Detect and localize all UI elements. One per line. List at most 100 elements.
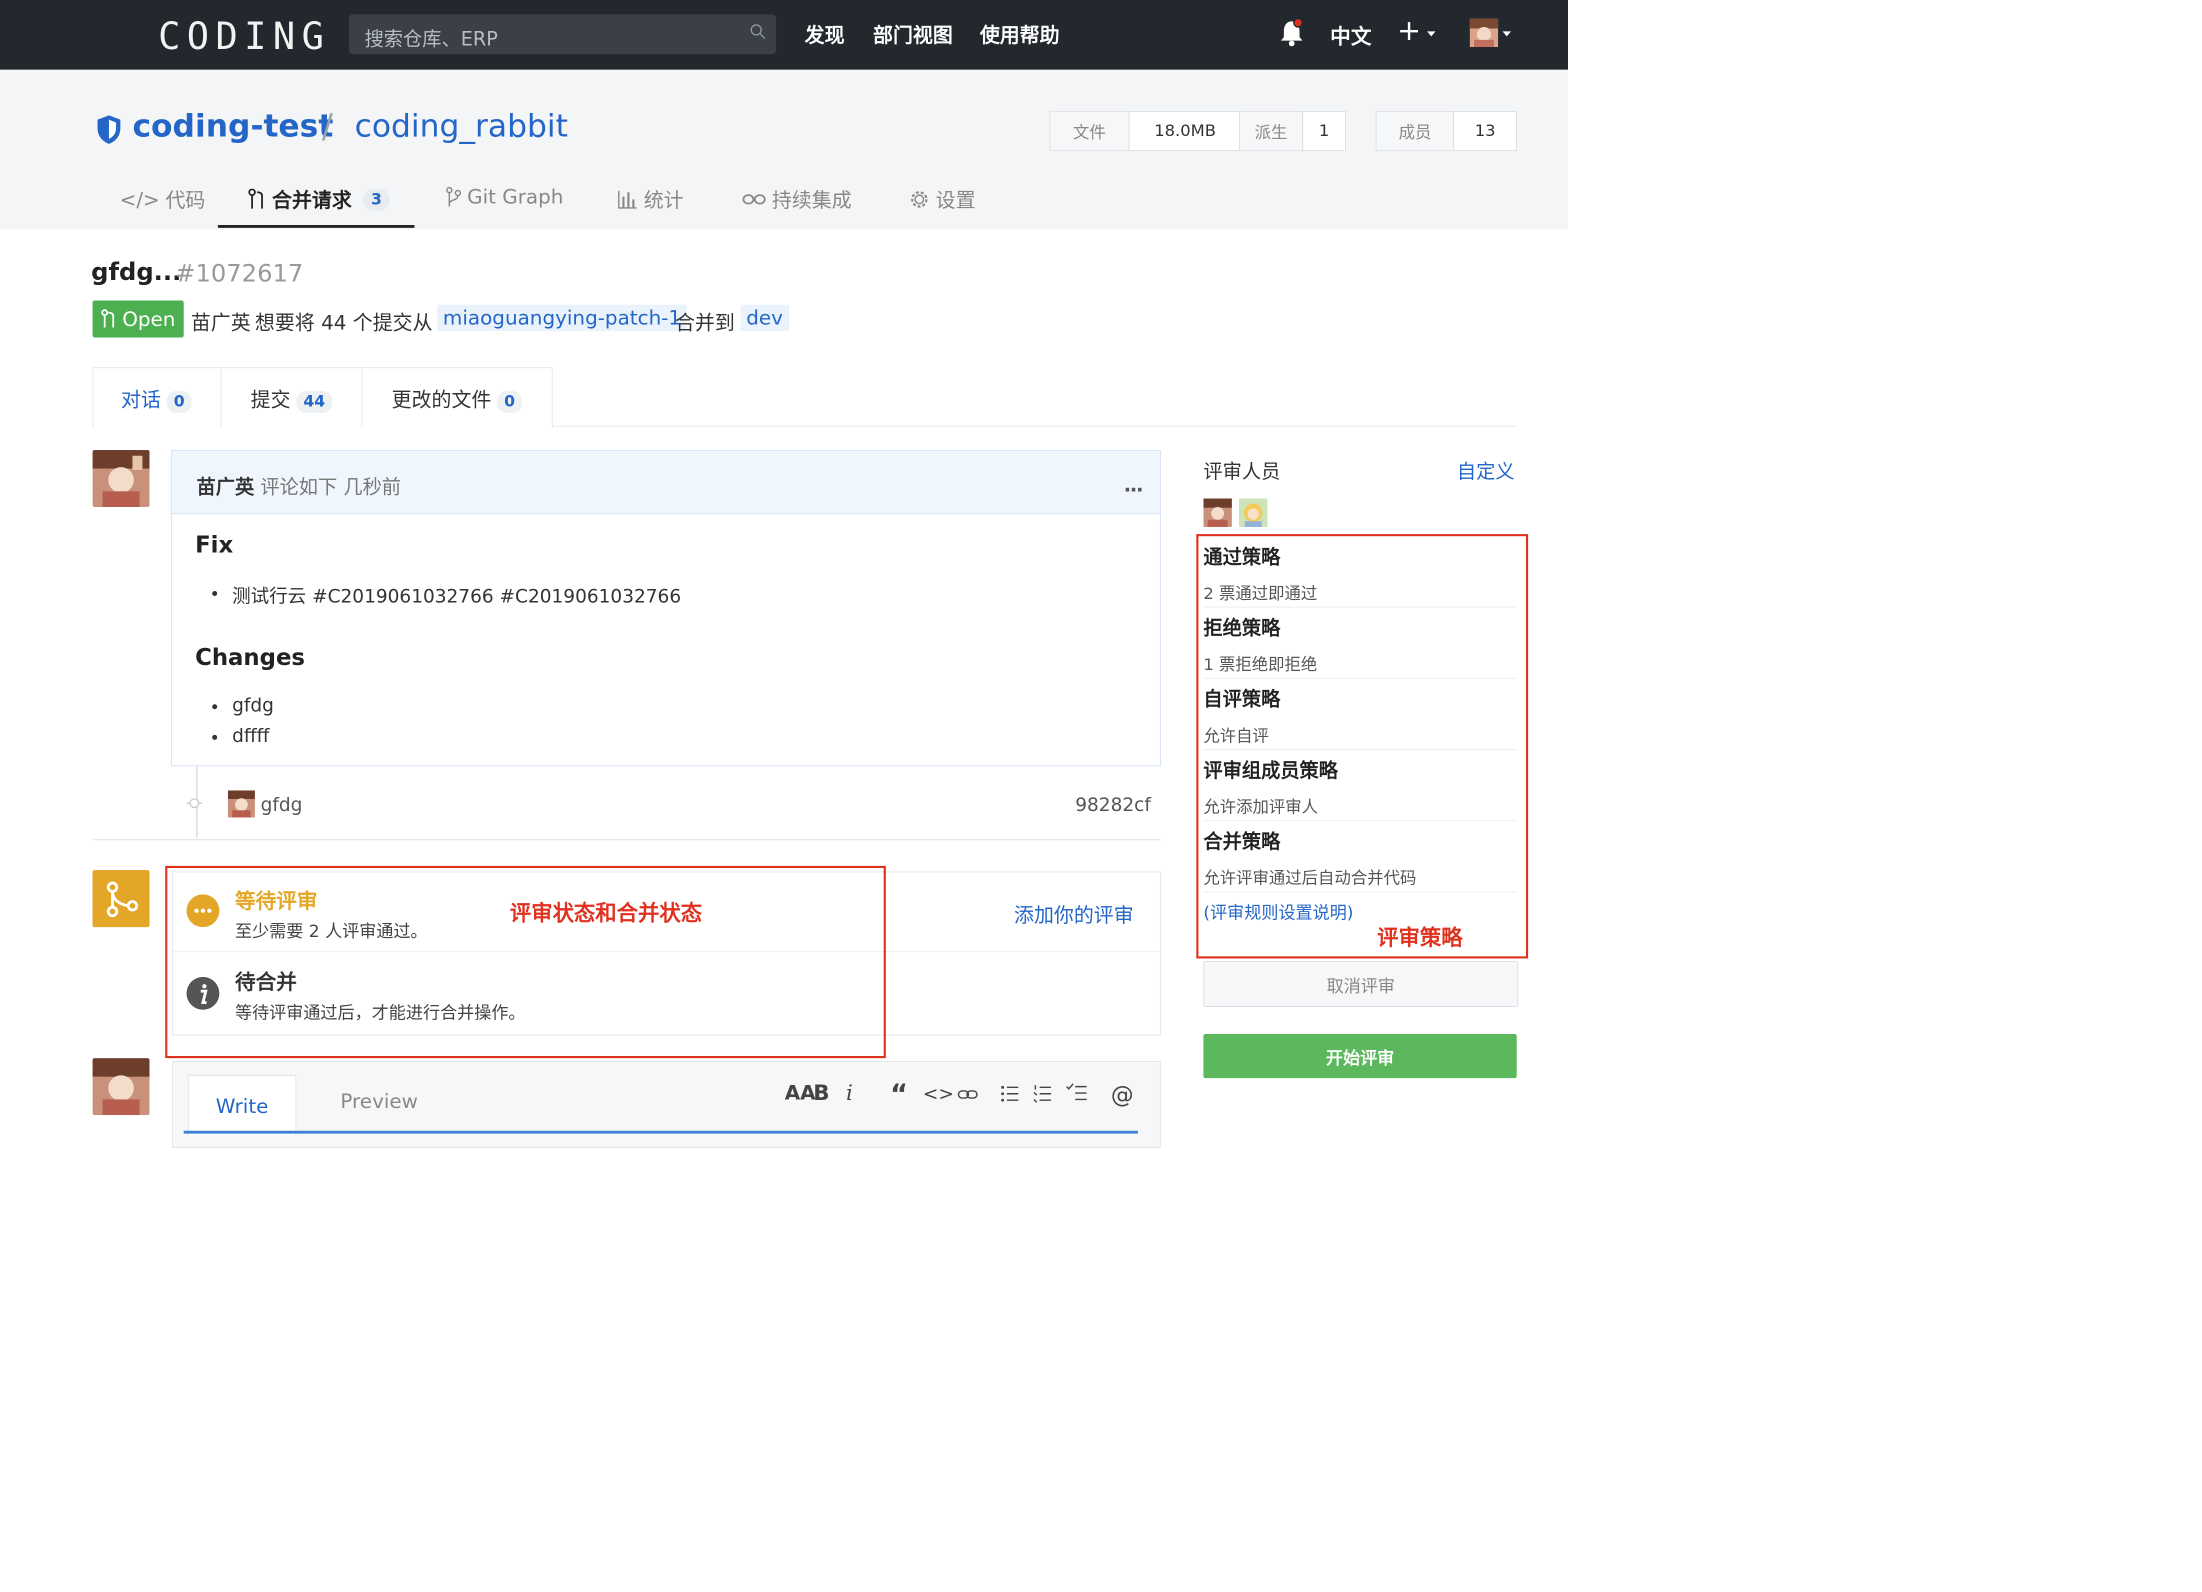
tab-changed-files[interactable]: 更改的文件 0: [392, 385, 523, 414]
task-list-icon[interactable]: [1065, 1082, 1088, 1103]
divider: [1203, 606, 1517, 608]
customize-reviewers-link[interactable]: 自定义: [1457, 456, 1515, 484]
policy-desc: 允许添加评审人: [1203, 798, 1319, 817]
policy-title: 拒绝策略: [1203, 617, 1281, 640]
pr-number: #1072617: [175, 259, 304, 288]
merge-request-icon: [101, 309, 114, 328]
avatar[interactable]: [92, 1058, 150, 1116]
nav-help[interactable]: 使用帮助: [980, 20, 1060, 48]
policy-desc: 2 票通过即通过: [1203, 584, 1318, 604]
reviewers-title: 评审人员: [1203, 460, 1281, 483]
comment-author[interactable]: 苗广英: [197, 476, 255, 498]
avatar[interactable]: [1239, 498, 1268, 527]
tab-commits[interactable]: 提交 44: [250, 385, 333, 414]
start-review-button[interactable]: 开始评审: [1203, 1033, 1517, 1079]
heading-tool[interactable]: AA: [785, 1081, 816, 1104]
cancel-review-button[interactable]: 取消评审: [1203, 961, 1519, 1007]
code-icon: </>: [119, 187, 160, 212]
bell-icon[interactable]: [1279, 18, 1305, 47]
tab-label: 代码: [165, 188, 206, 213]
divider: [361, 368, 363, 427]
stat-members[interactable]: 成员 13: [1375, 111, 1517, 151]
italic-tool[interactable]: i: [846, 1081, 853, 1106]
tab-label: 对话: [121, 388, 161, 412]
tab-write[interactable]: Write: [187, 1075, 297, 1136]
policy-title: 合并策略: [1203, 830, 1281, 854]
stat-label: 文件: [1050, 111, 1130, 151]
code-tool[interactable]: <>: [923, 1084, 954, 1105]
merge-request-count-badge: 3: [363, 188, 390, 211]
repo-name-link[interactable]: coding_rabbit: [355, 108, 568, 144]
tab-label: 提交: [250, 388, 291, 412]
repo-owner-link[interactable]: coding-test: [132, 108, 333, 144]
target-branch[interactable]: dev: [740, 304, 789, 332]
repo-path-separator: /: [321, 106, 333, 146]
stat-value: 1: [1318, 121, 1330, 141]
list-item: 测试行云 #C2019061032766 #C2019061032766: [232, 586, 682, 608]
tab-ci[interactable]: 持续集成: [742, 185, 852, 213]
coding-logo[interactable]: CODING: [158, 16, 330, 59]
stat-value: 18.0MB: [1154, 121, 1217, 141]
policy-desc: 允许自评: [1203, 727, 1269, 746]
tab-statistics[interactable]: 统计: [617, 185, 684, 213]
mention-tool[interactable]: @: [1111, 1081, 1134, 1108]
divider: [220, 368, 222, 427]
search-icon[interactable]: [749, 23, 766, 40]
user-avatar[interactable]: [1469, 18, 1499, 47]
tab-code[interactable]: </> 代码: [120, 185, 206, 213]
source-branch[interactable]: miaoguangying-patch-1: [437, 304, 687, 332]
commit-hash[interactable]: 98282cf: [1075, 795, 1151, 816]
search-input[interactable]: 搜索仓库、ERP: [348, 14, 777, 55]
tab-conversation[interactable]: 对话 0: [121, 385, 192, 414]
annotation-label: 评审状态和合并状态: [509, 901, 703, 927]
language-switch[interactable]: 中文: [1330, 20, 1371, 50]
merge-icon: [92, 870, 150, 928]
add-review-link[interactable]: 添加你的评审: [1014, 900, 1134, 928]
editor-focus-bar: [183, 1130, 1138, 1134]
status-badge: Open: [92, 300, 184, 338]
branch-icon: [446, 186, 462, 207]
stat-forks[interactable]: 派生 1: [1239, 111, 1346, 151]
tab-label: 统计: [643, 188, 684, 213]
gear-icon: [911, 191, 928, 208]
chevron-down-icon[interactable]: [1502, 31, 1512, 37]
more-options-button[interactable]: ...: [1124, 473, 1144, 496]
comment-editor: [172, 1060, 1161, 1148]
tab-merge-requests[interactable]: 合并请求 3: [248, 185, 390, 213]
infinity-icon: [742, 194, 766, 205]
avatar[interactable]: [1203, 498, 1232, 527]
pr-author[interactable]: 苗广英: [191, 308, 251, 336]
avatar[interactable]: [92, 450, 150, 508]
commit-icon: [186, 798, 203, 809]
commit-message[interactable]: gfdg: [261, 795, 303, 816]
unordered-list-icon[interactable]: [1000, 1084, 1020, 1104]
review-rules-help-link[interactable]: (评审规则设置说明): [1203, 899, 1353, 924]
bar-chart-icon: [618, 190, 637, 209]
tab-preview[interactable]: Preview: [340, 1089, 418, 1112]
nav-discover[interactable]: 发现: [805, 20, 845, 48]
stat-value: 13: [1474, 121, 1496, 141]
merge-request-icon: [248, 188, 263, 209]
annotation-box: [165, 865, 886, 1059]
policy-desc: 允许评审通过后自动合并代码: [1203, 869, 1417, 888]
avatar[interactable]: [227, 790, 255, 818]
active-tab-indicator: [217, 225, 415, 228]
comment-heading-changes: Changes: [195, 643, 305, 671]
policy-desc: 1 票拒绝即拒绝: [1203, 655, 1318, 675]
quote-tool[interactable]: “: [890, 1078, 908, 1109]
divider: [1203, 677, 1517, 679]
bold-tool[interactable]: B: [813, 1081, 829, 1106]
annotation-label: 评审策略: [1377, 925, 1463, 951]
policy-title: 通过策略: [1203, 546, 1281, 569]
stat-label: 成员: [1376, 111, 1455, 151]
tab-settings[interactable]: 设置: [909, 185, 976, 213]
divider: [1203, 749, 1517, 750]
link-icon[interactable]: [957, 1087, 978, 1103]
stat-files[interactable]: 文件 18.0MB: [1049, 111, 1242, 151]
chevron-down-icon[interactable]: [1427, 31, 1436, 37]
ordered-list-icon[interactable]: [1033, 1084, 1053, 1104]
create-plus-button[interactable]: +: [1397, 14, 1421, 47]
nav-department-view[interactable]: 部门视图: [873, 20, 953, 48]
tab-git-graph[interactable]: Git Graph: [446, 185, 563, 209]
search-placeholder: 搜索仓库、ERP: [364, 28, 498, 51]
